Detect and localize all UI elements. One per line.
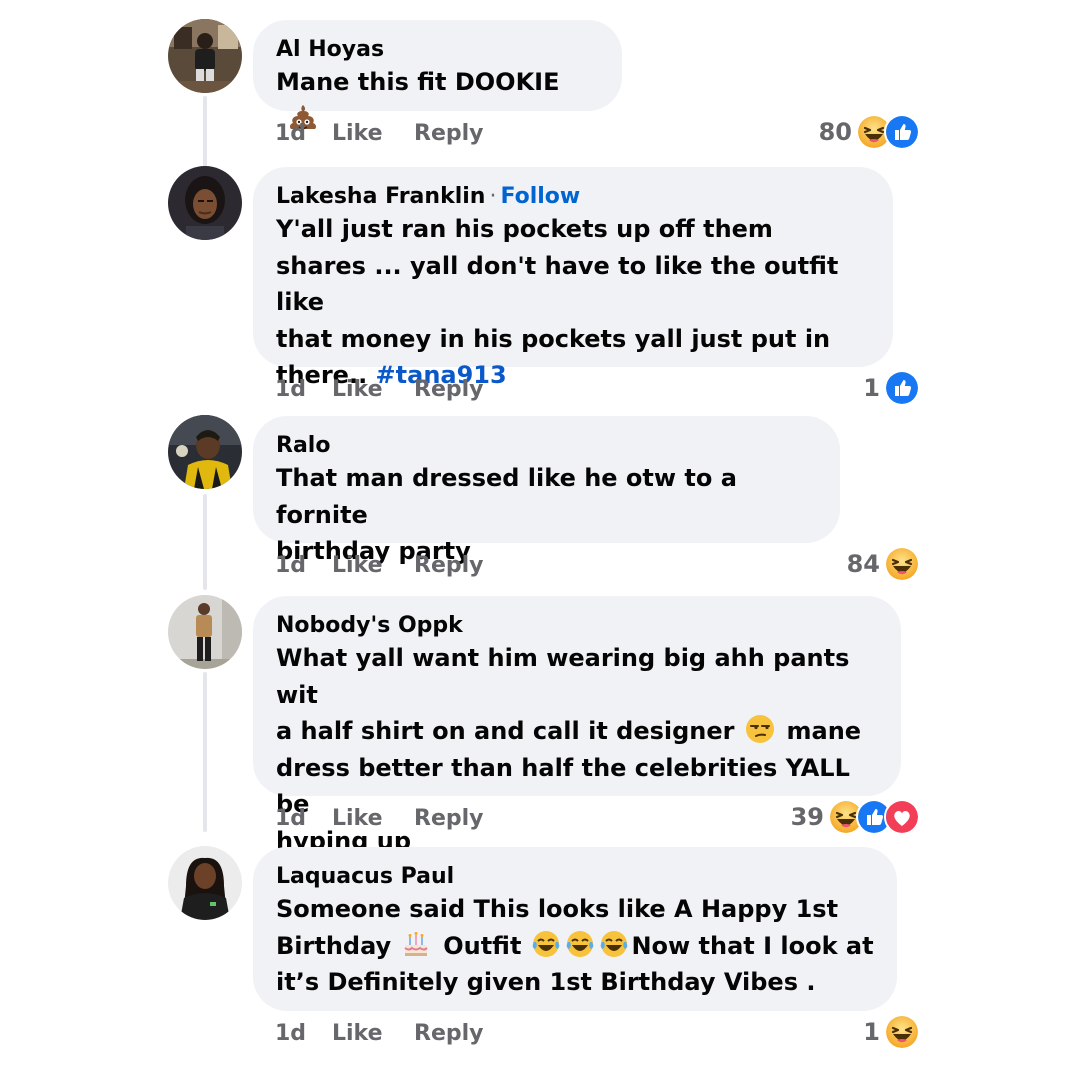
- reply-button[interactable]: Reply: [414, 375, 484, 405]
- love-reaction-icon: [884, 799, 920, 835]
- follow-button[interactable]: Follow: [500, 184, 580, 209]
- timestamp[interactable]: 1d: [275, 375, 306, 405]
- thread-line: [203, 672, 207, 832]
- birthday-cake-icon: [404, 931, 428, 956]
- reactions-summary[interactable]: 1: [863, 370, 920, 406]
- reactions-summary[interactable]: 1: [863, 1014, 920, 1050]
- reaction-count: 1: [863, 374, 880, 402]
- comment-bubble: Laquacus Paul Someone said This looks li…: [253, 847, 897, 1011]
- commenter-name[interactable]: Laquacus Paul: [276, 864, 454, 889]
- thread-line: [203, 494, 207, 590]
- reactions-summary[interactable]: 84: [846, 546, 920, 582]
- reply-button[interactable]: Reply: [414, 1019, 484, 1049]
- comment-bubble: Al Hoyas Mane this fit DOOKIE: [253, 20, 622, 129]
- reaction-count: 80: [818, 118, 852, 146]
- like-button[interactable]: Like: [332, 375, 383, 405]
- like-button[interactable]: Like: [332, 119, 383, 149]
- reactions-summary[interactable]: 39: [790, 799, 920, 835]
- haha-reaction-icon: [884, 546, 920, 582]
- comment-text: Someone said This looks like A Happy 1st…: [276, 895, 874, 996]
- comment-bubble: Lakesha Franklin · Follow Y'all just ran h…: [253, 167, 893, 389]
- unamused-face-icon: [745, 715, 774, 743]
- like-button[interactable]: Like: [332, 1019, 383, 1049]
- reply-button[interactable]: Reply: [414, 551, 484, 581]
- reactions-summary[interactable]: 80: [818, 114, 920, 150]
- commenter-name[interactable]: Al Hoyas: [276, 37, 384, 62]
- avatar[interactable]: [168, 166, 242, 240]
- comment-text: Y'all just ran his pockets up off them s…: [276, 215, 839, 389]
- timestamp[interactable]: 1d: [275, 119, 306, 149]
- timestamp[interactable]: 1d: [275, 804, 306, 834]
- reaction-count: 39: [790, 803, 824, 831]
- tears-of-joy-icon: [533, 930, 560, 957]
- reply-button[interactable]: Reply: [414, 804, 484, 834]
- comment-bubble: Ralo That man dressed like he otw to a f…: [253, 416, 840, 565]
- timestamp[interactable]: 1d: [275, 551, 306, 581]
- comment-bubble: Nobody's Oppk What yall want him wearing…: [253, 596, 901, 855]
- like-reaction-icon: [884, 114, 920, 150]
- separator-dot: ·: [489, 184, 497, 209]
- reaction-count: 1: [863, 1018, 880, 1046]
- avatar[interactable]: [168, 19, 242, 93]
- avatar[interactable]: [168, 595, 242, 669]
- haha-reaction-icon: [884, 1014, 920, 1050]
- avatar[interactable]: [168, 846, 242, 920]
- timestamp[interactable]: 1d: [275, 1019, 306, 1049]
- tears-of-joy-icon: [601, 930, 628, 957]
- commenter-name[interactable]: Nobody's Oppk: [276, 613, 463, 638]
- like-reaction-icon: [884, 370, 920, 406]
- like-button[interactable]: Like: [332, 804, 383, 834]
- like-button[interactable]: Like: [332, 551, 383, 581]
- reaction-count: 84: [846, 550, 880, 578]
- reply-button[interactable]: Reply: [414, 119, 484, 149]
- avatar[interactable]: [168, 415, 242, 489]
- tears-of-joy-icon: [567, 930, 594, 957]
- commenter-name[interactable]: Ralo: [276, 433, 330, 458]
- thread-line: [203, 96, 207, 170]
- commenter-name[interactable]: Lakesha Franklin: [276, 184, 485, 209]
